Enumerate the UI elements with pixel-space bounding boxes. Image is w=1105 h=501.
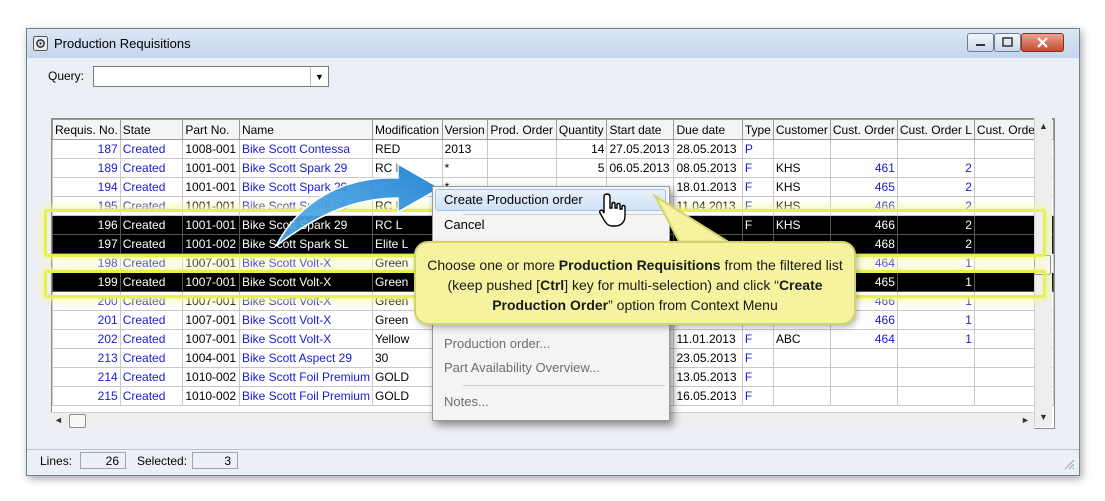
instruction-callout: Choose one or more Production Requisitio… bbox=[414, 241, 856, 325]
callout-text: Choose one or more Production Requisitio… bbox=[427, 257, 843, 313]
hand-cursor-icon bbox=[599, 193, 626, 227]
